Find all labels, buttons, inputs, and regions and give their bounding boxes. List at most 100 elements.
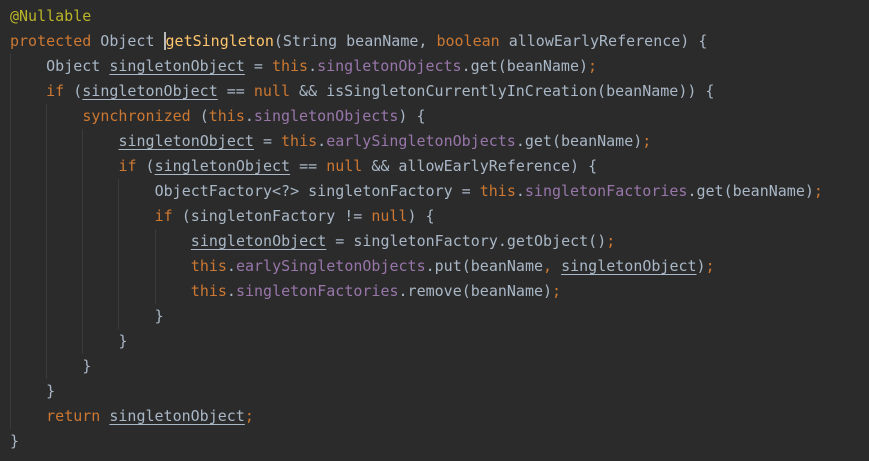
code-token: earlySingletonObjects <box>326 132 516 150</box>
code-line[interactable]: singletonObject = singletonFactory.getOb… <box>0 229 869 254</box>
indent-guide <box>82 129 84 154</box>
code-token: . <box>515 182 525 200</box>
code-token: } <box>82 357 92 375</box>
indent-guide <box>10 54 11 79</box>
code-token: null <box>371 207 408 225</box>
code-token: == <box>217 82 254 100</box>
code-token: && isSingletonCurrentlyInCreation(beanNa… <box>290 82 715 100</box>
code-token: = <box>253 132 282 150</box>
code-line[interactable]: } <box>0 429 869 454</box>
code-line[interactable]: } <box>0 304 869 329</box>
code-token: . <box>226 282 236 300</box>
indent-guide <box>10 129 11 154</box>
code-text: } <box>10 432 19 450</box>
code-text: ObjectFactory<?> singletonFactory = this… <box>155 182 823 200</box>
code-text: singletonObject = this.earlySingletonObj… <box>118 132 651 150</box>
code-token: null <box>253 82 290 100</box>
code-token: .get(beanName) <box>687 182 814 200</box>
code-token: . <box>317 132 327 150</box>
code-token: return <box>46 407 101 425</box>
code-token: Object <box>46 57 110 75</box>
indent-guide <box>46 129 48 154</box>
code-token: singletonObject <box>118 132 254 150</box>
indent-guide <box>82 254 84 279</box>
code-token: } <box>46 382 56 400</box>
code-token: ; <box>552 282 562 300</box>
code-token: if <box>118 157 137 175</box>
code-line[interactable]: } <box>0 329 869 354</box>
indent-guide <box>82 179 84 204</box>
indent-guide <box>46 354 48 379</box>
code-token: } <box>10 432 20 450</box>
indent-guide <box>10 254 11 279</box>
code-text: } <box>46 382 55 400</box>
indent-guide <box>46 104 48 129</box>
indent-guide <box>10 79 11 104</box>
code-token: allowEarlyReference) { <box>499 32 708 50</box>
indent-guide <box>46 204 48 229</box>
indent-guide <box>10 104 11 129</box>
indent-guide <box>154 279 156 304</box>
code-text: return singletonObject; <box>46 407 254 425</box>
code-line[interactable]: ObjectFactory<?> singletonFactory = this… <box>0 179 869 204</box>
code-text: if (singletonFactory != null) { <box>155 207 435 225</box>
code-text: if (singletonObject == null && allowEarl… <box>118 157 597 175</box>
indent-guide <box>10 304 11 329</box>
code-line[interactable]: if (singletonObject == null && allowEarl… <box>0 154 869 179</box>
code-line[interactable]: if (singletonObject == null && isSinglet… <box>0 79 869 104</box>
code-line[interactable]: protected Object getSingleton(String bea… <box>0 29 869 54</box>
code-token: . <box>244 107 254 125</box>
indent-guide <box>10 279 11 304</box>
code-token: synchronized <box>82 107 191 125</box>
code-text: protected Object getSingleton(String bea… <box>10 32 707 50</box>
indent-guide <box>82 154 84 179</box>
code-token: if <box>154 207 173 225</box>
code-line[interactable]: Object singletonObject = this.singletonO… <box>0 54 869 79</box>
code-line[interactable]: this.singletonFactories.remove(beanName)… <box>0 279 869 304</box>
indent-guide <box>10 179 11 204</box>
code-token: getSingleton <box>163 32 274 50</box>
code-line[interactable]: } <box>0 354 869 379</box>
code-token: . <box>226 257 236 275</box>
code-line[interactable]: synchronized (this.singletonObjects) { <box>0 104 869 129</box>
code-token: ; <box>813 182 823 200</box>
indent-guide <box>10 354 11 379</box>
code-line[interactable]: if (singletonFactory != null) { <box>0 204 869 229</box>
code-line[interactable]: @Nullable <box>0 4 869 29</box>
indent-guide <box>82 304 84 329</box>
code-token: singletonObject <box>109 57 245 75</box>
indent-guide <box>46 229 48 254</box>
indent-guide <box>46 279 48 304</box>
code-token: singletonObject <box>190 232 327 250</box>
indent-guide <box>118 229 120 254</box>
indent-guide <box>10 204 11 229</box>
code-token: this <box>208 107 245 125</box>
code-token: } <box>154 307 164 325</box>
code-token: this <box>281 132 318 150</box>
code-token: .get(beanName) <box>515 132 643 150</box>
code-token: ; <box>606 232 616 250</box>
code-text: this.singletonFactories.remove(beanName)… <box>191 282 561 300</box>
code-token: == <box>290 157 327 175</box>
code-line[interactable]: } <box>0 379 869 404</box>
code-text: } <box>82 357 91 375</box>
code-token: singletonFactories <box>524 182 688 200</box>
indent-guide <box>118 304 120 329</box>
code-token: Object <box>91 32 164 50</box>
code-editor[interactable]: @Nullable protected Object getSingleton(S… <box>0 0 869 461</box>
code-token: singletonObject <box>561 257 697 275</box>
indent-guide <box>10 329 11 354</box>
code-token: .remove(beanName) <box>398 282 553 300</box>
code-line[interactable]: this.earlySingletonObjects.put(beanName,… <box>0 254 869 279</box>
code-line[interactable]: return singletonObject; <box>0 404 869 429</box>
code-token: ; <box>244 407 254 425</box>
code-token: @Nullable <box>10 7 92 25</box>
code-token: ) { <box>398 107 426 125</box>
code-token: ) <box>696 257 706 275</box>
indent-guide <box>82 279 84 304</box>
code-line[interactable]: singletonObject = this.earlySingletonObj… <box>0 129 869 154</box>
code-token: = <box>244 57 272 75</box>
code-text: synchronized (this.singletonObjects) { <box>82 107 425 125</box>
code-token: , <box>543 257 553 275</box>
